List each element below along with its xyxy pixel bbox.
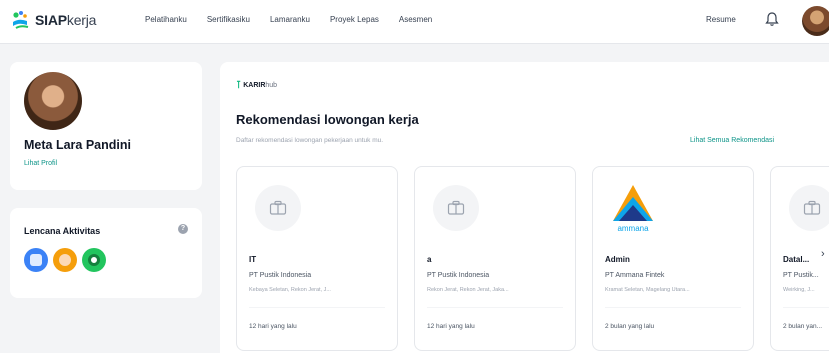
job-title: IT [249,255,257,264]
logo-mark-icon [13,11,29,29]
profile-card: Meta Lara Pandini Lihat Profil [10,62,202,190]
see-all-recommendations-link[interactable]: Lihat Semua Rekomendasi [690,137,774,144]
job-company: PT Pustik Indonesia [249,272,312,279]
recommendations-panel: ⊺ KARIR hub Rekomendasi lowongan kerja Da… [220,62,829,353]
profile-name: Meta Lara Pandini [24,138,131,152]
user-avatar[interactable] [802,6,829,36]
briefcase-icon [255,185,301,231]
view-profile-link[interactable]: Lihat Profil [24,160,57,167]
nav-item-pelatihanku[interactable]: Pelatihanku [145,15,187,24]
profile-avatar [24,72,82,130]
karirhub-name-light: hub [265,82,278,89]
nav-item-lamaranku[interactable]: Lamaranku [270,15,310,24]
target-badge-icon[interactable] [82,248,106,272]
briefcase-icon [789,185,829,231]
badges-title: Lencana Aktivitas [24,226,101,236]
karirhub-logo: ⊺ KARIR hub [236,80,277,91]
job-company: PT Ammana Fintek [605,272,665,279]
karirhub-mark-icon: ⊺ [236,80,242,91]
document-badge-icon[interactable] [24,248,48,272]
job-company: PT Pustik Indonesia [427,272,490,279]
job-location: Kramat Seletan, Magelang Utara... [605,287,690,293]
chevron-right-icon[interactable]: › [821,248,825,260]
job-card-list: IT PT Pustik Indonesia Kebaya Seletan, R… [236,166,829,353]
briefcase-icon [433,185,479,231]
info-icon[interactable]: ? [178,224,188,234]
job-location: Kebaya Seletan, Rekon Jerat, J... [249,287,331,293]
nav-item-proyek-lepas[interactable]: Proyek Lepas [330,15,379,24]
main-nav: Pelatihanku Sertifikasiku Lamaranku Proy… [145,15,452,24]
job-posted-time: 12 hari yang lalu [249,323,297,330]
ammana-logo: ammana [613,185,653,233]
job-location: Weirking, J... [783,287,815,293]
job-location: Rekon Jerat, Rekon Jerat, Jaka... [427,287,509,293]
divider [605,307,741,308]
job-posted-time: 2 bulan yan... [783,323,823,330]
divider [427,307,563,308]
resume-link[interactable]: Resume [706,15,736,24]
job-card[interactable]: IT PT Pustik Indonesia Kebaya Seletan, R… [236,166,398,351]
job-title: Datal... [783,255,810,264]
person-badge-icon[interactable] [53,248,77,272]
divider [249,307,385,308]
job-title: a [427,255,432,264]
nav-item-asesmen[interactable]: Asesmen [399,15,432,24]
badge-list [24,248,111,272]
job-company: PT Pustik... [783,272,819,279]
nav-item-sertifikasiku[interactable]: Sertifikasiku [207,15,250,24]
activity-badges-card: Lencana Aktivitas ? [10,208,202,298]
job-card[interactable]: a PT Pustik Indonesia Rekon Jerat, Rekon… [414,166,576,351]
job-title: Admin [605,255,630,264]
section-subtitle: Daftar rekomendasi lowongan pekerjaan un… [236,137,384,144]
ammana-logo-text: ammana [617,224,649,233]
job-posted-time: 2 bulan yang lalu [605,323,655,330]
divider [783,307,829,308]
logo-light-text: kerja [66,12,97,28]
job-posted-time: 12 hari yang lalu [427,323,475,330]
bell-icon[interactable] [765,11,779,27]
job-card[interactable]: ammana Admin PT Ammana Fintek Kramat Sel… [592,166,754,351]
siapkerja-logo[interactable]: SIAPkerja [10,9,96,31]
logo-bold-text: SIAP [35,12,67,28]
section-title: Rekomendasi lowongan kerja [236,112,419,127]
top-navbar: SIAPkerja Pelatihanku Sertifikasiku Lama… [0,0,829,44]
karirhub-name-bold: KARIR [243,82,266,89]
